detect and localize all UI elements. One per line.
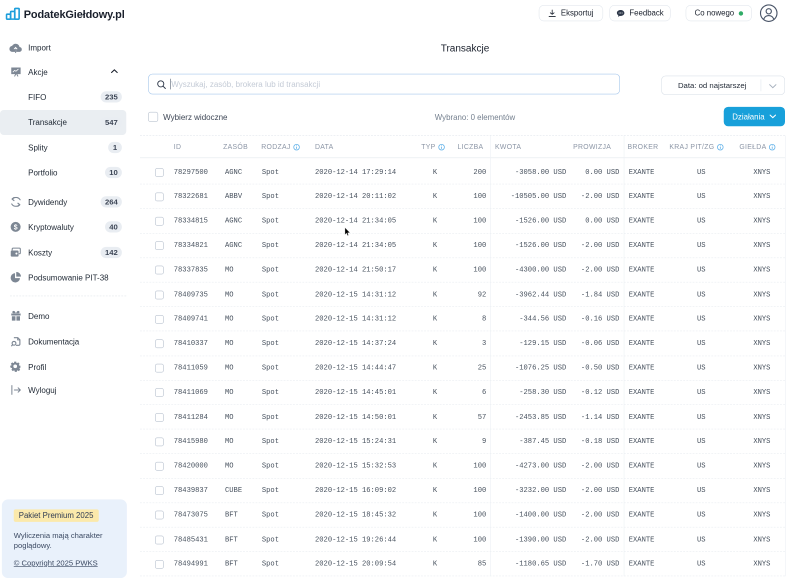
svg-text:$: $ bbox=[14, 224, 18, 231]
